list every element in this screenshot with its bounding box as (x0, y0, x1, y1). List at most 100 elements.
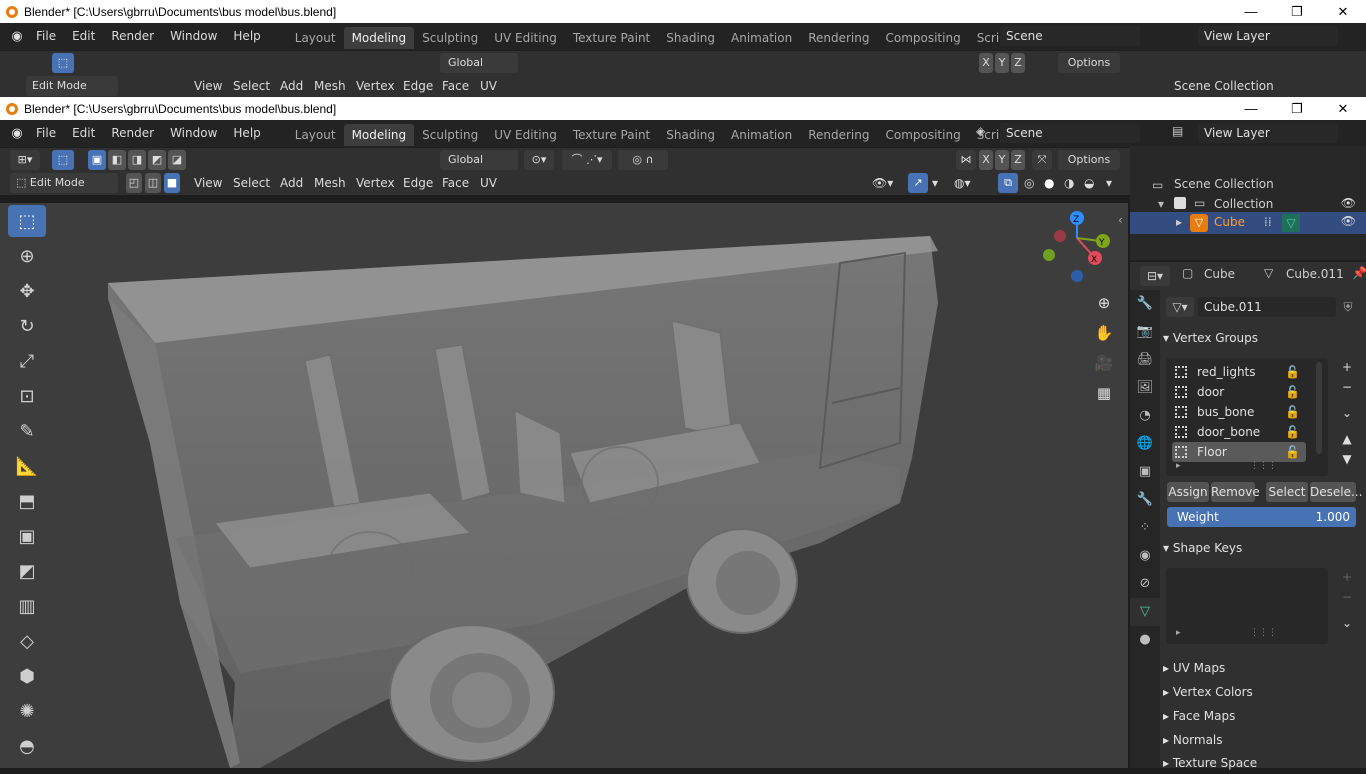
mesh-name-field[interactable]: Cube.011 (1198, 297, 1336, 317)
particles-tab-icon[interactable]: ⁘ (1130, 514, 1160, 542)
tool-loop-cut-icon[interactable]: ▥ (8, 590, 46, 622)
remove-group-icon[interactable]: − (1338, 378, 1356, 396)
perspective-grid-icon[interactable]: ▦ (1091, 380, 1117, 406)
gizmo-icon[interactable]: ↗ (908, 173, 928, 193)
select-mode-extend-icon[interactable]: ◧ (108, 150, 126, 170)
menu-add[interactable]: Add (280, 171, 303, 195)
tool-rotate-icon[interactable]: ↻ (8, 310, 46, 342)
output-tab-icon[interactable]: 🖨 (1130, 346, 1160, 374)
lock-icon[interactable]: 🔓 (1285, 382, 1300, 402)
mesh-data-icon[interactable]: ▽ (1282, 214, 1300, 232)
add-shape-key-icon[interactable]: + (1338, 568, 1356, 586)
axis-z-toggle[interactable]: Z (1011, 150, 1025, 170)
cube-row[interactable]: ▸ ▽ Cube ⁞⁞ ▽ 👁 (1130, 212, 1366, 234)
shading-dropdown-icon[interactable]: ▾ (1106, 171, 1112, 195)
menu-face[interactable]: Face (442, 171, 469, 195)
bg-menu-face[interactable]: Face (442, 74, 469, 98)
deselect-button[interactable]: Desele... (1310, 482, 1362, 502)
bg-scene-field[interactable]: Scene (1000, 26, 1140, 46)
lock-icon[interactable]: 🔓 (1285, 362, 1300, 382)
bg-menu-file[interactable]: File (28, 23, 64, 50)
remove-shape-key-icon[interactable]: − (1338, 588, 1356, 606)
list-expand-icon[interactable]: ▸ (1176, 461, 1181, 471)
lock-icon[interactable]: 🔓 (1285, 402, 1300, 422)
vertex-group-item[interactable]: red_lights 🔓 (1172, 362, 1306, 382)
view-layer-icon[interactable]: ▤ (1172, 124, 1183, 138)
vertex-group-item[interactable]: door_bone 🔓 (1172, 422, 1306, 442)
select-button[interactable]: Select (1266, 482, 1308, 502)
maximize-button[interactable]: ❐ (1274, 97, 1320, 120)
tool-transform-icon[interactable]: ⊡ (8, 380, 46, 412)
render-tab-icon[interactable]: 📷 (1130, 318, 1160, 346)
shape-key-list[interactable]: ▸ ⋮⋮⋮ (1166, 568, 1328, 644)
move-down-icon[interactable]: ▼ (1338, 450, 1356, 468)
list-expand-icon[interactable]: ▸ (1176, 628, 1181, 638)
bg-blender-menu-icon[interactable]: ◉ (6, 29, 28, 44)
editor-type-icon[interactable]: ⊞▾ (10, 150, 40, 170)
tool-poly-build-icon[interactable]: ⬢ (8, 660, 46, 692)
cube-visibility-icon[interactable]: 👁 (1341, 214, 1356, 228)
solid-shading-icon[interactable]: ● (1044, 171, 1054, 195)
remove-button[interactable]: Remove (1211, 482, 1260, 502)
bg-menu-window[interactable]: Window (162, 23, 225, 50)
tool-scale-icon[interactable]: ⤢ (8, 345, 46, 377)
vertex-groups-panel-header[interactable]: ▾ Vertex Groups (1163, 327, 1361, 349)
tab-texture-paint[interactable]: Texture Paint (565, 124, 658, 146)
menu-select[interactable]: Select (233, 171, 270, 195)
blender-menu-icon[interactable]: ◉ (6, 126, 28, 141)
face-select-mode-icon[interactable]: ■ (164, 173, 180, 193)
pan-hand-icon[interactable]: ✋ (1091, 320, 1117, 346)
menu-help[interactable]: Help (225, 120, 268, 147)
menu-uv[interactable]: UV (480, 171, 497, 195)
constraints-tab-icon[interactable]: ⊘ (1130, 570, 1160, 598)
zoom-icon[interactable]: ⊕ (1091, 290, 1117, 316)
select-mode-subtract-icon[interactable]: ◨ (128, 150, 146, 170)
object-tab-icon[interactable]: ▣ (1130, 458, 1160, 486)
world-tab-icon[interactable]: 🌐 (1130, 430, 1160, 458)
tab-shading[interactable]: Shading (658, 124, 723, 146)
vertex-group-item[interactable]: bus_bone 🔓 (1172, 402, 1306, 422)
bg-menu-vertex[interactable]: Vertex (356, 74, 395, 98)
shape-key-specials-icon[interactable]: ⌄ (1338, 614, 1356, 632)
tool-cursor-icon[interactable]: ⊕ (8, 240, 46, 272)
modifier-tab-icon[interactable]: 🔧 (1130, 486, 1160, 514)
gizmo-dropdown-icon[interactable]: ▾ (932, 171, 938, 195)
bg-menu-view[interactable]: View (194, 74, 222, 98)
tool-extrude-icon[interactable]: ⬒ (8, 485, 46, 517)
bg-tab-uv-editing[interactable]: UV Editing (486, 27, 565, 49)
menu-vertex[interactable]: Vertex (356, 171, 395, 195)
view-layer-tab-icon[interactable]: 🖼 (1130, 374, 1160, 402)
list-resize-grip-icon[interactable]: ⋮⋮⋮ (1250, 461, 1277, 471)
bg-menu-mesh[interactable]: Mesh (314, 74, 346, 98)
move-up-icon[interactable]: ▲ (1338, 430, 1356, 448)
texture-space-panel-header[interactable]: ▸ Texture Space (1163, 752, 1361, 774)
assign-button[interactable]: Assign (1167, 482, 1209, 502)
overlays-icon[interactable]: ◍▾ (954, 171, 971, 195)
close-button[interactable]: ✕ (1320, 97, 1366, 120)
mode-dropdown[interactable]: ⬚ Edit Mode (10, 173, 118, 193)
pivot-icon[interactable]: ⊙▾ (524, 150, 554, 170)
bg-menu-edge[interactable]: Edge (403, 74, 433, 98)
bg-minimize-button[interactable]: — (1228, 0, 1274, 23)
bg-select-tool-icon[interactable]: ⬚ (52, 53, 74, 73)
tool-move-icon[interactable]: ✥ (8, 275, 46, 307)
tool-inset-icon[interactable]: ▣ (8, 520, 46, 552)
menu-render[interactable]: Render (103, 120, 162, 147)
bg-tab-shading[interactable]: Shading (658, 27, 723, 49)
weight-slider[interactable]: Weight 1.000 (1167, 507, 1356, 527)
mesh-data-tab-icon[interactable]: ▽ (1130, 598, 1160, 626)
properties-editor-type-icon[interactable]: ⊟▾ (1140, 266, 1170, 286)
tool-spin-icon[interactable]: ✺ (8, 695, 46, 727)
bg-tab-compositing[interactable]: Compositing (877, 27, 968, 49)
menu-view[interactable]: View (194, 171, 222, 195)
add-group-icon[interactable]: + (1338, 358, 1356, 376)
tab-uv-editing[interactable]: UV Editing (486, 124, 565, 146)
menu-mesh[interactable]: Mesh (314, 171, 346, 195)
bg-axis-z[interactable]: Z (1011, 53, 1025, 73)
bg-menu-render[interactable]: Render (103, 23, 162, 50)
menu-edit[interactable]: Edit (64, 120, 103, 147)
list-resize-grip-icon[interactable]: ⋮⋮⋮ (1250, 628, 1277, 638)
select-mode-new-icon[interactable]: ▣ (88, 150, 106, 170)
orientation-dropdown[interactable]: Global (440, 150, 518, 170)
bg-menu-uv[interactable]: UV (480, 74, 497, 98)
